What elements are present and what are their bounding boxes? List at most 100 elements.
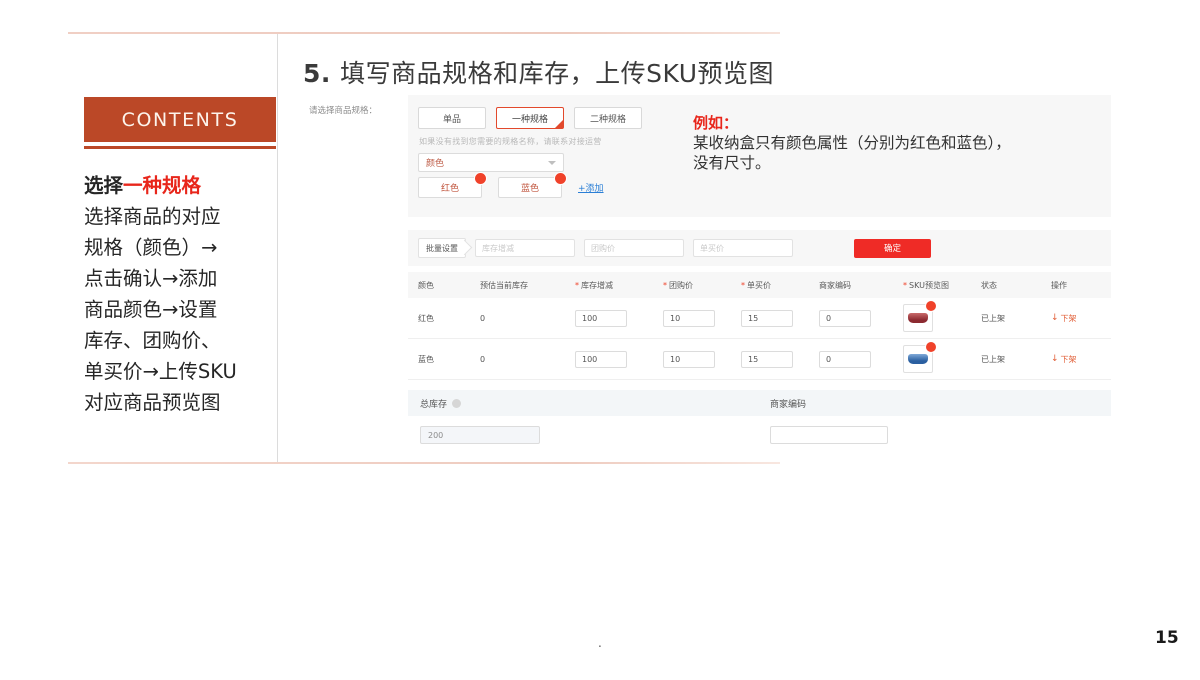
spec-name-select[interactable]: 颜色 [418, 153, 564, 172]
slide-title-text: 填写商品规格和库存，上传SKU预览图 [340, 59, 775, 88]
cell-single-price: 15 [741, 309, 819, 327]
header-estimated-stock: 预估当前库存 [480, 280, 528, 290]
group-price-input[interactable]: 10 [663, 350, 715, 368]
total-stock-input[interactable]: 200 [420, 426, 540, 444]
example-note-line: 某收纳盒只有颜色属性（分别为红色和蓝色）， [693, 134, 1011, 152]
required-icon: * [575, 280, 579, 290]
batch-settings-tag[interactable]: 批量设置 [418, 238, 466, 258]
toc-line: 单买价→上传SKU [84, 360, 237, 383]
group-price-input[interactable]: 10 [663, 309, 715, 327]
remove-icon[interactable] [925, 300, 937, 312]
single-price-input[interactable]: 15 [741, 350, 793, 368]
toc-line: 商品颜色→设置 [84, 298, 218, 321]
spec-name-select-value: 颜色 [426, 159, 445, 169]
product-image-icon [908, 354, 928, 364]
header-merchant-code: 商家编码 [819, 280, 851, 290]
example-note: 例如： 某收纳盒只有颜色属性（分别为红色和蓝色）， 没有尺寸。 [693, 113, 1111, 173]
unlist-button[interactable]: ↓ 下架 [1051, 354, 1111, 365]
sku-preview-thumbnail[interactable] [903, 341, 937, 373]
batch-settings-inner: 批量设置 库存增减 团购价 单买价 确定 [418, 238, 931, 258]
chevron-down-icon [548, 161, 556, 165]
contents-badge-label: CONTENTS [121, 108, 239, 131]
cell-action: ↓ 下架 [1051, 313, 1111, 324]
unlist-button[interactable]: ↓ 下架 [1051, 313, 1111, 324]
toc-line: 对应商品预览图 [84, 391, 221, 414]
toc-line-text: 选择 [84, 174, 124, 197]
batch-single-price-input[interactable]: 单买价 [693, 239, 793, 257]
cell-group-price: 10 [663, 350, 741, 368]
totals-header-row: 总库存 商家编码 [408, 390, 1111, 416]
batch-confirm-button[interactable]: 确定 [854, 238, 931, 258]
remove-icon[interactable] [554, 172, 567, 185]
spec-chip-label: 蓝色 [520, 184, 539, 194]
table-row: 蓝色 0 100 10 15 0 已上架 ↓ 下架 [408, 339, 1111, 380]
spec-hint-text: 如果没有找到您需要的规格名称，请联系对接运营 [419, 137, 602, 146]
totals-section: 总库存 商家编码 200 [408, 390, 1111, 454]
cell-merchant-code: 0 [819, 309, 903, 327]
spec-type-tabs: 单品 一种规格 二种规格 [418, 107, 642, 129]
header-label: 单买价 [747, 280, 771, 290]
toc-line: 库存、团购价、 [84, 329, 221, 352]
down-arrow-icon: ↓ [1051, 354, 1059, 364]
toc-line: 选择商品的对应 [84, 205, 221, 228]
cell-stock-change: 100 [575, 309, 663, 327]
sku-table: 颜色 预估当前库存 * 库存增减 * 团购价 * 单买价 商家编码 * SKU预览图 状… [408, 272, 1111, 380]
remove-icon[interactable] [925, 341, 937, 353]
cell-estimated-stock: 0 [480, 313, 486, 323]
slide-canvas: CONTENTS 选择一种规格 选择商品的对应 规格（颜色）→ 点击确认→添加 … [0, 0, 1200, 680]
cell-sku-preview [903, 341, 981, 373]
spec-tab-single[interactable]: 单品 [418, 107, 486, 129]
slide-title-number: 5. [303, 59, 331, 88]
header-label: 库存增减 [581, 280, 613, 290]
slide-top-rule [68, 32, 780, 34]
unlist-label: 下架 [1060, 354, 1077, 364]
total-stock-label: 总库存 [420, 399, 448, 410]
header-action: 操作 [1051, 280, 1067, 290]
down-arrow-icon: ↓ [1051, 313, 1059, 323]
header-sku-preview: * SKU预览图 [903, 280, 981, 291]
spec-value-chips: 红色 蓝色 +添加 [418, 172, 604, 198]
product-image-icon [908, 313, 928, 323]
header-stock-change: * 库存增减 [575, 280, 663, 291]
stock-change-input[interactable]: 100 [575, 309, 627, 327]
cell-color: 红色 [418, 313, 434, 323]
spec-chip-red[interactable]: 红色 [418, 172, 487, 198]
spec-tab-two-spec[interactable]: 二种规格 [574, 107, 642, 129]
footer-dot: . [598, 636, 602, 650]
merchant-code-total-input[interactable] [770, 426, 888, 444]
remove-icon[interactable] [474, 172, 487, 185]
sku-table-header-row: 颜色 预估当前库存 * 库存增减 * 团购价 * 单买价 商家编码 * SKU预览图 状… [408, 272, 1111, 298]
spec-section-label: 请选择商品规格： [309, 106, 378, 116]
table-row: 红色 0 100 10 15 0 已上架 ↓ 下架 [408, 298, 1111, 339]
header-label: SKU预览图 [909, 280, 949, 290]
header-label: 团购价 [669, 280, 693, 290]
toc-line: 规格（颜色）→ [84, 236, 218, 259]
help-icon[interactable] [452, 398, 462, 408]
header-status: 状态 [981, 280, 997, 290]
merchant-code-input[interactable]: 0 [819, 350, 871, 368]
toc-line: 选择一种规格 [84, 170, 284, 201]
cell-single-price: 15 [741, 350, 819, 368]
sku-preview-thumbnail[interactable] [903, 300, 937, 332]
batch-group-price-input[interactable]: 团购价 [584, 239, 684, 257]
example-note-title: 例如： [693, 114, 739, 132]
header-single-price: * 单买价 [741, 280, 819, 291]
add-spec-value-link[interactable]: +添加 [578, 181, 604, 194]
stock-change-input[interactable]: 100 [575, 350, 627, 368]
batch-stock-change-input[interactable]: 库存增减 [475, 239, 575, 257]
contents-badge: CONTENTS [84, 97, 276, 142]
total-stock-cell: 200 [408, 426, 758, 444]
totals-body-row: 200 [408, 416, 1111, 454]
header-group-price: * 团购价 [663, 280, 741, 291]
cell-action: ↓ 下架 [1051, 354, 1111, 365]
cell-status: 已上架 [981, 354, 1005, 364]
batch-settings-bar: 批量设置 库存增减 团购价 单买价 确定 [408, 230, 1111, 266]
spec-chip-label: 红色 [440, 184, 459, 194]
contents-underline [84, 146, 276, 149]
cell-sku-preview [903, 300, 981, 332]
merchant-code-input[interactable]: 0 [819, 309, 871, 327]
spec-tab-one-spec[interactable]: 一种规格 [496, 107, 564, 129]
single-price-input[interactable]: 15 [741, 309, 793, 327]
unlist-label: 下架 [1060, 313, 1077, 323]
spec-chip-blue[interactable]: 蓝色 [498, 172, 567, 198]
